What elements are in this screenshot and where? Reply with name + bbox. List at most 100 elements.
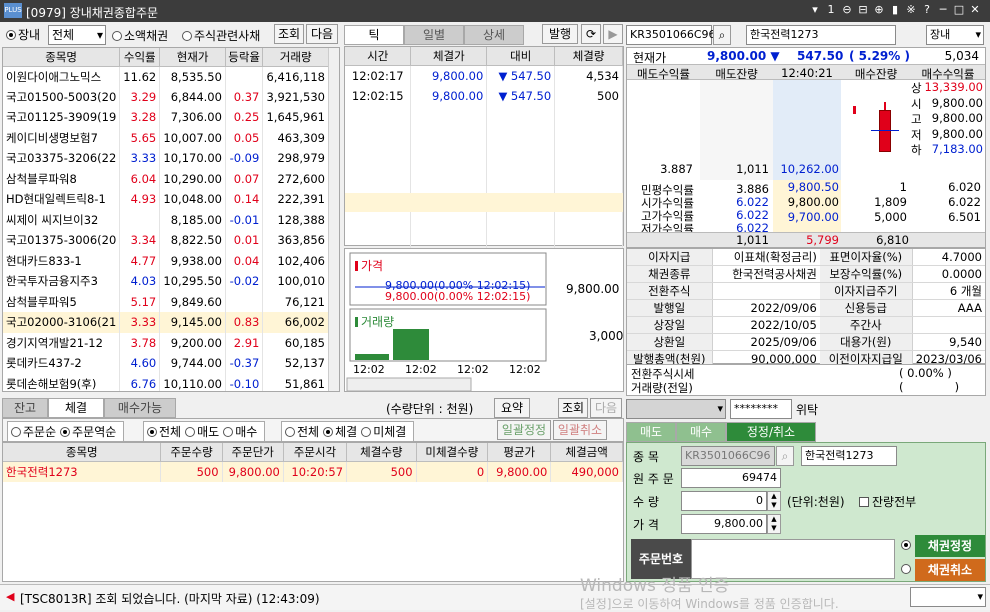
market-select-right[interactable]: 장내 ▾	[926, 25, 984, 45]
price-input[interactable]: 9,800.00	[681, 514, 767, 534]
bond-yield: 3.29	[119, 86, 161, 107]
pin-icon[interactable]: ▮	[888, 3, 902, 17]
bond-row[interactable]: 한국투자금융지주3 4.03 10,295.50 -0.02 100,010	[3, 271, 329, 292]
tick-price: 9,800.00	[410, 85, 488, 106]
bond-change: -0.37	[225, 353, 264, 374]
bond-price: 9,849.60	[159, 291, 226, 312]
print-icon[interactable]: ⊟	[856, 3, 870, 17]
filter-radio[interactable]: 주문역순	[60, 425, 116, 439]
filter-radio[interactable]: 매수	[223, 425, 257, 439]
bid-price: 9,800.00	[787, 195, 839, 209]
filter-radio[interactable]: 전체	[147, 425, 181, 439]
modify-radio[interactable]	[901, 539, 913, 552]
issue-button[interactable]: 발행	[542, 24, 578, 44]
bond-row[interactable]: 씨제이 씨지브이32 8,185.00 -0.01 128,388	[3, 209, 329, 230]
ask-yield: 3.887	[660, 162, 693, 176]
highlight-row	[345, 193, 623, 212]
bond-row[interactable]: 국고02000-3106(21 3.33 9,145.00 0.83 66,002	[3, 312, 329, 333]
bond-row[interactable]: 국고01375-3006(20 3.34 8,822.50 0.01 363,856	[3, 230, 329, 251]
bond-price: 8,185.00	[159, 209, 226, 230]
tab-sell[interactable]: 매도	[626, 422, 676, 442]
next-button[interactable]: 다음	[306, 24, 338, 44]
query-button[interactable]: 조회	[274, 24, 304, 44]
tab-tick[interactable]: 틱	[344, 25, 404, 45]
cancel-radio[interactable]	[901, 563, 913, 576]
orders-query-button[interactable]: 조회	[558, 398, 588, 418]
bond-name: 롯데카드437-2	[3, 353, 121, 374]
play-icon[interactable]: ▶	[603, 24, 623, 44]
bond-row[interactable]: 국고03375-3206(22 3.33 10,170.00 -0.09 298,979	[3, 148, 329, 169]
bond-row[interactable]: 케이디비생명보험7 5.65 10,007.00 0.05 463,309	[3, 127, 329, 148]
filter-radio[interactable]: 미체결	[361, 425, 406, 439]
scrollbar[interactable]	[328, 48, 339, 391]
tab-balance[interactable]: 잔고	[2, 398, 48, 418]
bond-row[interactable]: 삼척블루파워5 5.17 9,849.60 76,121	[3, 291, 329, 312]
search-icon[interactable]: ⌕	[713, 25, 731, 45]
bond-row[interactable]: 경기지역개발21-12 3.78 9,200.00 2.91 60,185	[3, 332, 329, 353]
maximize-icon[interactable]: □	[952, 3, 966, 17]
close-icon[interactable]: ✕	[968, 3, 982, 17]
bond-price: 10,290.00	[159, 168, 226, 189]
chart-scrollbar[interactable]	[346, 377, 472, 392]
price-stepper-icon[interactable]: ▲ ▼	[767, 514, 781, 534]
tab-modify-cancel[interactable]: 정정/취소	[726, 422, 816, 442]
minimize-icon[interactable]: ─	[936, 3, 950, 17]
filter-radio[interactable]: 매도	[185, 425, 219, 439]
radio-market-wrap[interactable]: 장내	[6, 26, 40, 43]
zoom-out-icon[interactable]: ⊖	[840, 3, 854, 17]
tab-number-icon[interactable]: 1	[824, 3, 838, 17]
order-entry-panel: ▾ ******** 위탁 매도 매수 정정/취소 종 목 KR3501066C96…	[626, 398, 988, 582]
tab-buyable[interactable]: 매수가능	[104, 398, 176, 418]
qty-stepper-icon[interactable]: ▲ ▼	[767, 491, 781, 511]
bond-row[interactable]: 삼척블루파워8 6.04 10,290.00 0.07 272,600	[3, 168, 329, 189]
code-input[interactable]: KR3501066C96	[626, 25, 716, 45]
all-remaining-checkbox[interactable]: 잔량전부	[859, 493, 916, 510]
help-icon[interactable]: ?	[920, 3, 934, 17]
bond-row[interactable]: 롯데손해보험9(후) 6.76 10,110.00 -0.10 51,861	[3, 373, 329, 391]
settings-icon[interactable]: ※	[904, 3, 918, 17]
tab-executed[interactable]: 체결	[48, 398, 104, 418]
bulk-modify-button[interactable]: 일괄정정	[497, 420, 551, 440]
zoom-in-icon[interactable]: ⊕	[872, 3, 886, 17]
bond-row[interactable]: 국고01500-5003(20 3.29 6,844.00 0.37 3,921,530	[3, 86, 329, 107]
status-select[interactable]: ▾	[910, 587, 986, 607]
order-row[interactable]: 한국전력1273 500 9,800.00 10:20:57 500 0 9,800.00 4…	[3, 461, 623, 482]
order-code[interactable]: KR3501066C96	[681, 446, 775, 466]
ask-price: 10,262.00	[780, 162, 839, 176]
bond-table-wrap: 종목명 수익률 현재가 등락율 거래량 이원다이애그노믹스 11.62 8,535.50 6,…	[2, 47, 340, 392]
qty-input[interactable]: 0	[681, 491, 767, 511]
bond-yield: 5.17	[119, 291, 161, 312]
account-select[interactable]: ▾	[626, 399, 726, 419]
filter-radio[interactable]: 주문순	[11, 425, 56, 439]
radio-icon	[901, 564, 911, 574]
empty-cell	[345, 147, 412, 168]
orders-next-button[interactable]: 다음	[590, 398, 622, 418]
cancel-button[interactable]: 채권취소	[915, 559, 985, 581]
radio-small[interactable]: 소액채권	[112, 27, 168, 44]
summary-button[interactable]: 요약	[494, 398, 530, 418]
modify-button[interactable]: 채권정정	[915, 535, 985, 557]
bond-row[interactable]: 국고01125-3909(19 3.28 7,306.00 0.25 1,645,961	[3, 107, 329, 128]
filter-bar: 주문순 주문역순 전체 매도 매수 전체 체결 미체결 일괄정정 일괄취소	[2, 418, 624, 442]
bond-yield: 4.93	[119, 189, 161, 210]
bond-row[interactable]: HD현대일렉트릭8-1 4.93 10,048.00 0.14 222,391	[3, 189, 329, 210]
orig-order-input[interactable]: 69474	[681, 468, 781, 488]
tab-daily[interactable]: 일별	[404, 25, 464, 45]
filter-radio[interactable]: 체결	[323, 425, 357, 439]
empty-cell	[345, 106, 412, 127]
price-pct-value: 5.29%	[858, 49, 901, 63]
tab-buy[interactable]: 매수	[676, 422, 726, 442]
search-icon[interactable]: ⌕	[776, 446, 794, 466]
minimize-tab-icon[interactable]: ▾	[808, 3, 822, 17]
radio-stock[interactable]: 주식관련사채	[182, 27, 260, 44]
bond-row[interactable]: 이원다이애그노믹스 11.62 8,535.50 6,416,118	[3, 66, 329, 87]
bond-row[interactable]: 현대카드833-1 4.77 9,938.00 0.04 102,406	[3, 250, 329, 271]
tab-detail[interactable]: 상세	[464, 25, 524, 45]
filter-radio[interactable]: 전체	[285, 425, 319, 439]
orders-header: 종목명 주문수량 주문단가 주문시각 체결수량 미체결수량 평균가 체결금액	[3, 443, 623, 462]
account-password[interactable]: ********	[730, 399, 792, 419]
bulk-cancel-button[interactable]: 일괄취소	[553, 420, 607, 440]
bond-row[interactable]: 롯데카드437-2 4.60 9,744.00 -0.37 52,137	[3, 353, 329, 374]
market-select[interactable]: 전체 ▾	[48, 25, 106, 45]
refresh-icon[interactable]: ⟳	[581, 24, 601, 44]
